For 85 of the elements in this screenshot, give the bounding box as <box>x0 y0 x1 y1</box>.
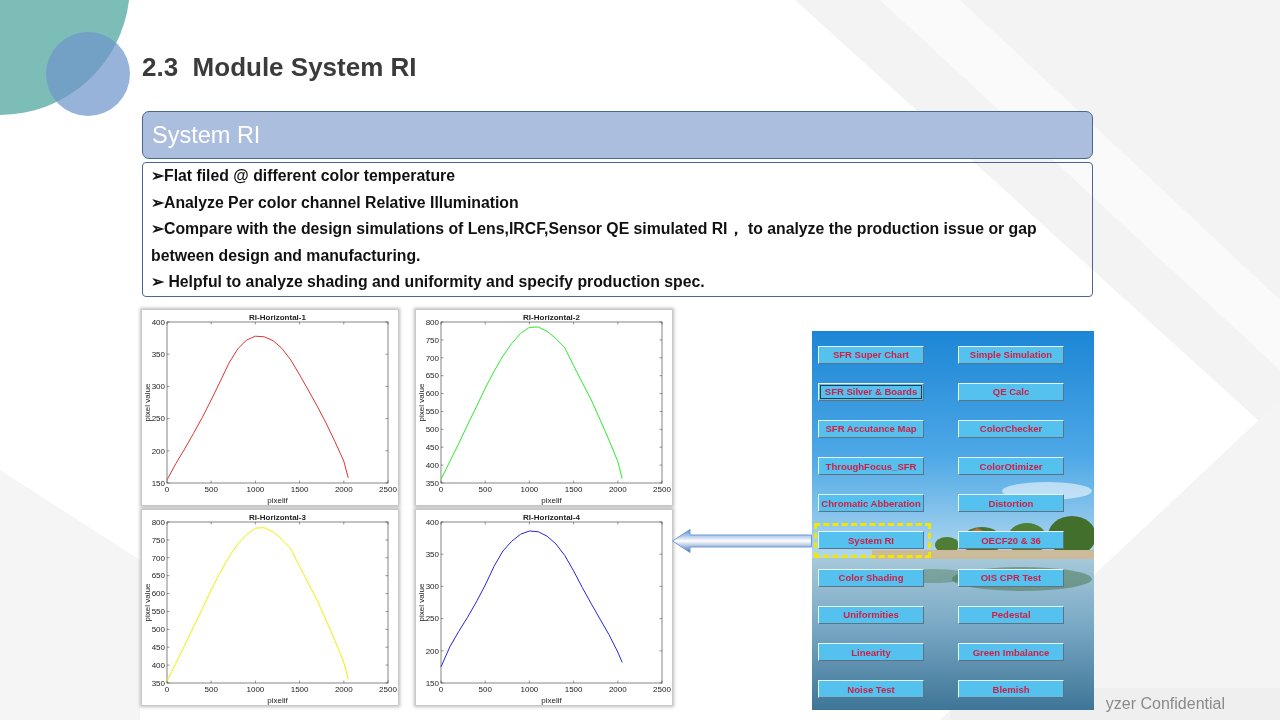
tool-button[interactable]: Distortion <box>958 494 1064 513</box>
x-tick-label: 500 <box>478 484 492 494</box>
x-axis-label: pixelif <box>267 495 288 504</box>
y-tick-label: 300 <box>425 581 439 591</box>
y-tick-label: 750 <box>425 335 439 345</box>
tool-button[interactable]: Green Imbalance <box>958 643 1064 661</box>
x-tick-label: 1500 <box>564 684 583 694</box>
x-tick-label: 1500 <box>290 684 309 694</box>
y-tick-label: 800 <box>425 317 439 327</box>
x-tick-label: 2000 <box>334 684 353 694</box>
x-tick-label: 2000 <box>334 484 353 494</box>
section-header: System RI <box>142 111 1093 159</box>
x-tick-label: 2000 <box>608 684 627 694</box>
chart-title: RI-Horizontal-2 <box>523 312 580 321</box>
tool-button[interactable]: ThroughFocus_SFR <box>818 457 924 476</box>
x-tick-label: 2500 <box>379 684 397 694</box>
x-tick-label: 2000 <box>608 484 627 494</box>
x-tick-label: 2500 <box>379 484 397 494</box>
bullet-text: ➢ Helpful to analyze shading and uniformity and specify production spec. <box>151 272 706 292</box>
y-tick-label: 600 <box>425 388 439 398</box>
y-tick-label: 350 <box>151 678 165 688</box>
x-tick-label: 500 <box>204 684 218 694</box>
y-axis-label: pixel value <box>142 383 152 421</box>
x-tick-label: 0 <box>164 684 170 694</box>
x-axis-label: pixelif <box>541 495 562 504</box>
y-tick-label: 250 <box>425 613 439 623</box>
x-tick-label: 500 <box>478 684 492 694</box>
x-axis-label: pixelif <box>267 695 288 704</box>
y-tick-label: 800 <box>151 517 165 527</box>
y-tick-label: 400 <box>425 460 439 470</box>
x-tick-label: 2500 <box>653 484 671 494</box>
x-tick-label: 1000 <box>246 484 265 494</box>
y-tick-label: 200 <box>151 446 165 456</box>
x-tick-label: 500 <box>204 484 218 494</box>
y-axis-label: pixel value <box>416 383 426 421</box>
x-axis-label: pixelif <box>541 695 562 704</box>
x-tick-label: 1000 <box>520 684 539 694</box>
chart-title: RI-Horizontal-4 <box>523 512 580 521</box>
x-tick-label: 1000 <box>246 684 265 694</box>
x-tick-label: 0 <box>438 484 444 494</box>
tool-button[interactable]: OECF20 & 36 <box>958 531 1064 550</box>
y-tick-label: 500 <box>425 424 439 434</box>
x-tick-label: 0 <box>164 484 170 494</box>
y-tick-label: 700 <box>425 353 439 363</box>
tool-button[interactable]: System RI <box>818 531 924 550</box>
tool-button[interactable]: Noise Test <box>818 680 924 699</box>
y-axis-label: pixel value <box>416 583 426 621</box>
chart-title: RI-Horizontal-3 <box>249 512 306 521</box>
x-tick-label: 0 <box>438 684 444 694</box>
footer-text: yzer Confidential <box>1105 695 1225 713</box>
y-tick-label: 550 <box>151 606 165 616</box>
y-tick-label: 700 <box>151 553 165 563</box>
y-tick-label: 650 <box>151 570 165 580</box>
y-tick-label: 350 <box>151 349 165 359</box>
tool-button[interactable]: ColorOtimizer <box>958 457 1064 476</box>
x-tick-label: 1500 <box>564 484 583 494</box>
tool-button[interactable]: Chromatic Abberation <box>818 494 924 513</box>
y-tick-label: 450 <box>425 442 439 452</box>
y-tick-label: 550 <box>425 406 439 416</box>
tool-button[interactable]: Linearity <box>818 643 924 661</box>
y-tick-label: 350 <box>425 478 439 488</box>
y-tick-label: 750 <box>151 535 165 545</box>
chart-title: RI-Horizontal-1 <box>249 312 306 321</box>
y-tick-label: 600 <box>151 588 165 598</box>
y-tick-label: 650 <box>425 370 439 380</box>
bullet-text: ➢Compare with the design simulations of Lens,IRCF,Sensor QE simulated RI， to analyze the production issue or gap between design and manufacturing. <box>151 219 1038 266</box>
y-tick-label: 250 <box>151 413 165 423</box>
y-tick-label: 200 <box>425 646 439 656</box>
y-tick-label: 300 <box>151 381 165 391</box>
y-tick-label: 150 <box>151 478 165 488</box>
slide-title: 2.3 Module System RI <box>142 52 417 82</box>
y-tick-label: 150 <box>425 678 439 688</box>
bullet-text: ➢Analyze Per color channel Relative Illumination <box>151 192 520 213</box>
tool-button[interactable]: Blemish <box>958 680 1064 699</box>
y-tick-label: 400 <box>151 660 165 670</box>
x-tick-label: 1500 <box>290 484 309 494</box>
y-tick-label: 450 <box>151 642 165 652</box>
bullet-text: ➢Flat filed @ different color temperature <box>151 166 457 186</box>
y-axis-label: pixel value <box>142 583 152 621</box>
x-tick-label: 2500 <box>653 684 671 694</box>
y-tick-label: 350 <box>425 549 439 559</box>
y-tick-label: 400 <box>151 317 165 327</box>
y-tick-label: 500 <box>151 624 165 634</box>
x-tick-label: 1000 <box>520 484 539 494</box>
y-tick-label: 400 <box>425 517 439 527</box>
